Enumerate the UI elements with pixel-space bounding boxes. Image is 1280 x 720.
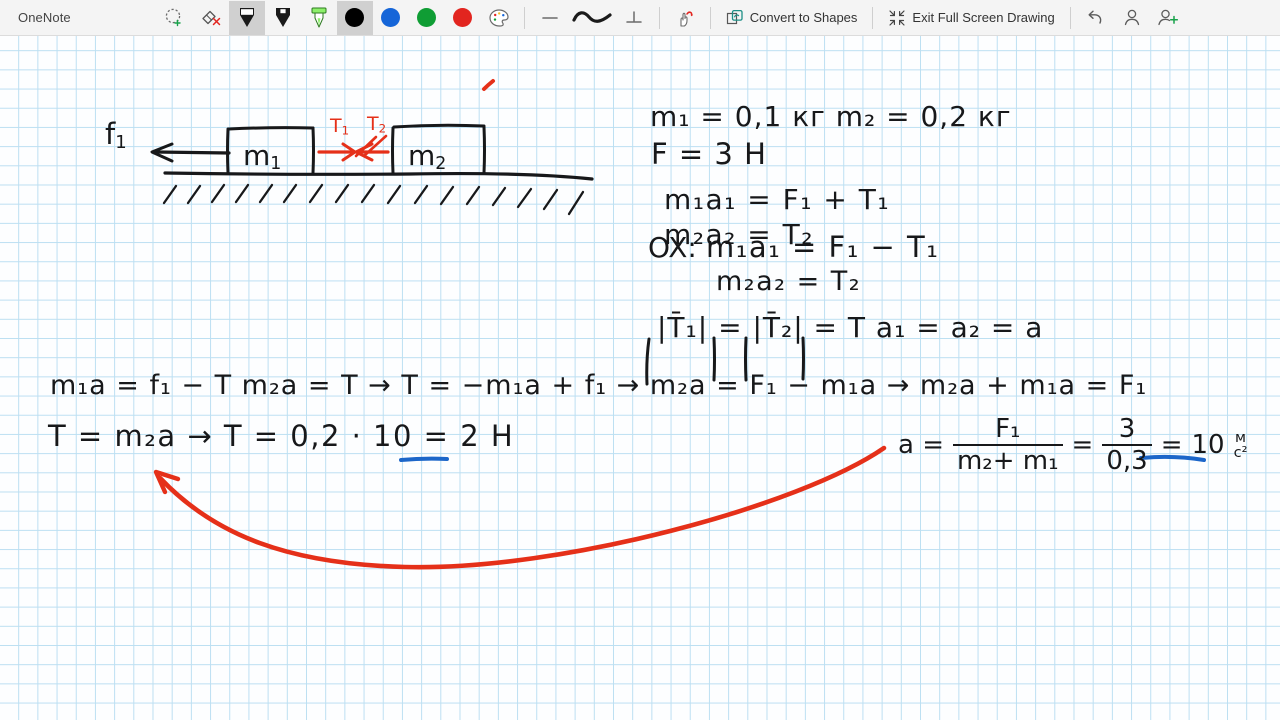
convert-shapes-icon [726,9,743,24]
exit-full-screen-drawing-label: Exit Full Screen Drawing [912,10,1055,25]
pen-thick-tool[interactable] [265,1,301,35]
person-add-icon [1158,9,1178,26]
collapse-arrows-icon [889,9,906,26]
red-connector-curve [157,445,887,570]
acceleration-fraction-2: 3 0,3 [1102,416,1152,476]
color-swatch-dot [417,8,437,27]
highlighter-tool[interactable] [301,1,337,35]
eraser-tool[interactable] [193,1,229,35]
share-button[interactable] [1150,1,1186,35]
acceleration-denominator-2: 0,3 [1106,445,1148,476]
equation-newton-1: m₁a₁ = F₁ + T₁ [664,183,891,216]
color-palette-icon [489,8,509,27]
acceleration-lhs: a = [898,430,944,461]
color-blue[interactable] [373,1,409,35]
line-tool[interactable] [532,1,568,35]
acceleration-denominator: m₂+ m₁ [956,445,1059,476]
acceleration-numerator-2: 3 [1102,416,1152,446]
perpendicular-icon [625,10,642,23]
color-green[interactable] [409,1,445,35]
highlighter-icon [311,7,327,27]
exit-full-screen-drawing-button[interactable]: Exit Full Screen Drawing [880,1,1062,35]
acceleration-numerator: F₁ [952,416,1063,446]
block-2-right [482,125,486,175]
acceleration-unit: м с² [1233,428,1248,462]
pen-thick-icon [275,7,290,27]
equation-derivation: m₁a = f₁ − T m₂a = T → T = −m₁a + f₁ → m… [50,370,1148,401]
line-icon [541,16,558,19]
ground-hatching [162,183,585,216]
eraser-icon [202,10,220,26]
block-1-label: m1 [243,139,282,174]
color-swatch-dot [453,8,473,27]
block-2-label: m2 [408,139,447,174]
lasso-select-icon [165,8,181,27]
friction-label: f1 [105,117,127,153]
person-icon [1124,9,1139,26]
blue-underline-tension [399,456,449,462]
perpendicular-tool[interactable] [616,1,652,35]
acceleration-unit-numerator: м [1235,428,1246,446]
ink-gesture-button[interactable] [667,1,703,35]
tool-group: Convert to Shapes Exit Full Screen Drawi… [157,0,1186,36]
convert-to-shapes-label: Convert to Shapes [749,10,858,25]
convert-to-shapes-button[interactable]: Convert to Shapes [718,1,866,35]
undo-button[interactable] [1078,1,1114,35]
equation-given-masses: m₁ = 0,1 кг m₂ = 0,2 кг [650,100,1012,133]
block-1-top [227,126,315,131]
equals-sign-2: = [1160,430,1183,461]
tension-2-label: T2 [367,113,387,136]
color-palette-button[interactable] [481,1,517,35]
toolbar-divider [1069,6,1071,29]
color-black[interactable] [336,0,373,35]
stray-red-mark [482,79,495,91]
ox-axis-label: OX: [648,231,697,264]
acceleration-value: 10 [1191,430,1225,461]
tension-1-label: T1 [330,115,350,138]
equals-sign-1: = [1071,430,1094,461]
block-2-left [391,126,395,175]
toolbar-divider [872,6,874,29]
friction-arrow-shaft [154,150,231,155]
block-1-left [226,127,230,175]
toolbar-divider [709,6,711,29]
color-red[interactable] [445,1,481,35]
equation-result-tension: T = m₂a → T = 0,2 · 10 = 2 H [48,419,515,453]
pen-icon [239,7,254,27]
toolbar-divider [523,6,525,29]
acceleration-unit-denominator: с² [1233,444,1248,462]
wave-icon [572,10,612,23]
color-swatch-dot [381,8,401,27]
toolbar-divider [658,6,660,29]
equation-ox-2: m₂a₂ = T₂ [716,266,862,297]
app-title: OneNote [18,10,71,25]
curve-tool[interactable] [568,1,616,35]
undo-icon [1088,10,1102,24]
pen-thin-tool[interactable] [228,0,265,35]
block-1-right [311,126,315,175]
account-button[interactable] [1114,1,1150,35]
equation-tension-equal: |T̄₁| = |T̄₂| = T a₁ = a₂ = a [657,311,1044,344]
acceleration-fraction-1: F₁ m₂+ m₁ [952,416,1063,476]
lasso-select-tool[interactable] [157,1,193,35]
equation-ox-1: m₁a₁ = F₁ − T₁ [706,230,940,264]
ink-gesture-icon [680,10,693,27]
equation-acceleration: a = F₁ m₂+ m₁ = 3 0,3 = 10 м с² [898,416,1247,474]
color-swatch-dot [345,8,365,27]
equation-given-force: F = 3 H [651,137,767,171]
drawing-toolbar: OneNote Convert to Shapes Exit Full Scre… [0,0,1280,36]
block-2-top [392,123,486,129]
drawing-canvas[interactable]: f1 m1 m2 T1 T2 m₁ = 0,1 кг m₂ = 0,2 кг F… [0,36,1280,720]
